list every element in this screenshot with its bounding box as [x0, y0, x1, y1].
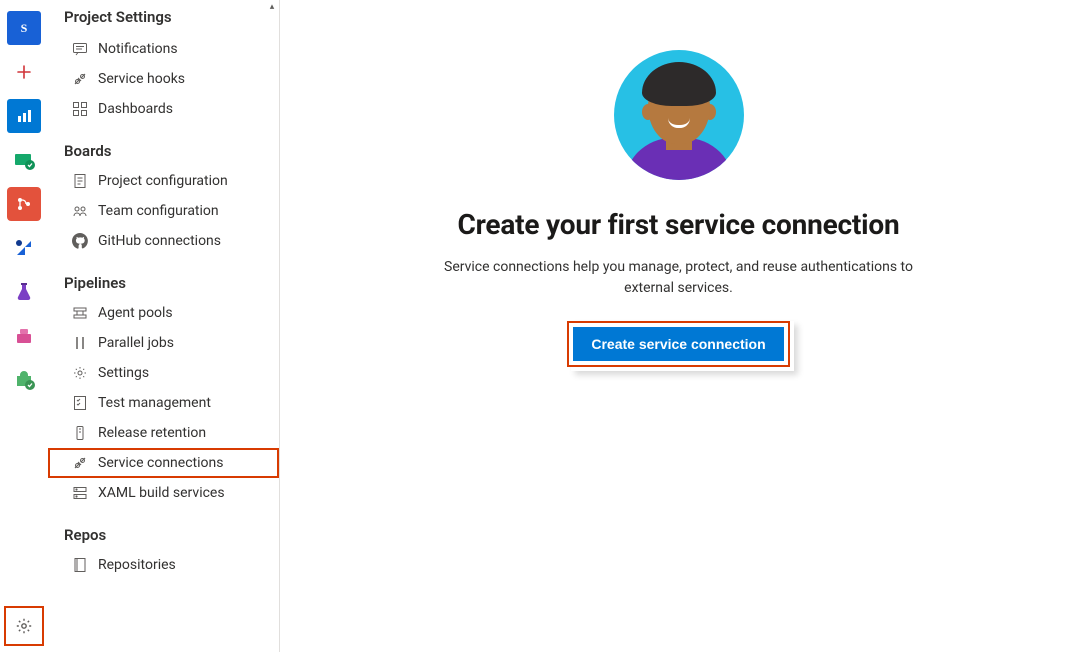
plug-icon [72, 71, 88, 87]
nav-agent-pools[interactable]: Agent pools [48, 298, 279, 328]
rail-repos-icon[interactable] [7, 187, 41, 221]
page-headline: Create your first service connection [457, 208, 899, 241]
page-subtext: Service connections help you manage, pro… [419, 257, 939, 299]
gear-icon [72, 365, 88, 381]
create-service-connection-button[interactable]: Create service connection [573, 327, 783, 361]
nav-dashboards[interactable]: Dashboards [48, 94, 279, 124]
repo-icon [72, 557, 88, 573]
nav-label: Settings [98, 365, 149, 381]
nav-label: Test management [98, 395, 211, 411]
rail-extensions-icon[interactable] [7, 363, 41, 397]
retention-icon [72, 425, 88, 441]
rail-test-icon[interactable] [7, 275, 41, 309]
github-icon [72, 233, 88, 249]
settings-sidebar: ▴ Project Settings Notifications Service… [48, 0, 280, 652]
nav-service-connections[interactable]: Service connections [48, 448, 279, 478]
nav-github-connections[interactable]: GitHub connections [48, 226, 279, 256]
group-header-pipelines: Pipelines [48, 256, 279, 298]
nav-test-management[interactable]: Test management [48, 388, 279, 418]
nav-team-configuration[interactable]: Team configuration [48, 196, 279, 226]
cta-highlight-box: Create service connection [567, 321, 789, 367]
nav-project-configuration[interactable]: Project configuration [48, 166, 279, 196]
nav-parallel-jobs[interactable]: Parallel jobs [48, 328, 279, 358]
nav-label: Project configuration [98, 173, 228, 189]
svg-text:S: S [21, 21, 28, 35]
parallel-icon [72, 335, 88, 351]
gear-icon [15, 617, 33, 635]
nav-release-retention[interactable]: Release retention [48, 418, 279, 448]
team-icon [72, 203, 88, 219]
nav-label: Parallel jobs [98, 335, 174, 351]
chat-icon [72, 41, 88, 57]
nav-service-hooks[interactable]: Service hooks [48, 64, 279, 94]
plug-icon [72, 455, 88, 471]
dashboard-icon [72, 101, 88, 117]
server-icon [72, 485, 88, 501]
doc-icon [72, 173, 88, 189]
pool-icon [72, 305, 88, 321]
nav-label: Agent pools [98, 305, 173, 321]
nav-notifications[interactable]: Notifications [48, 34, 279, 64]
nav-label: Team configuration [98, 203, 219, 219]
nav-pipeline-settings[interactable]: Settings [48, 358, 279, 388]
avatar-illustration [614, 50, 744, 180]
nav-label: Service hooks [98, 71, 185, 87]
checklist-icon [72, 395, 88, 411]
main-content: Create your first service connection Ser… [280, 0, 1077, 652]
nav-label: Release retention [98, 425, 206, 441]
nav-label: XAML build services [98, 485, 225, 501]
sidebar-title: Project Settings [48, 0, 279, 34]
nav-label: Dashboards [98, 101, 173, 117]
group-header-boards: Boards [48, 124, 279, 166]
rail-artifacts-icon[interactable] [7, 319, 41, 353]
nav-repositories[interactable]: Repositories [48, 550, 279, 580]
scroll-up-icon: ▴ [267, 2, 277, 12]
nav-xaml-build-services[interactable]: XAML build services [48, 478, 279, 508]
group-header-repos: Repos [48, 508, 279, 550]
nav-label: Service connections [98, 455, 223, 471]
rail-boards-icon[interactable] [7, 99, 41, 133]
rail-pipelines-icon[interactable] [7, 231, 41, 265]
left-rail: S [0, 0, 48, 652]
rail-project-icon[interactable]: S [7, 11, 41, 45]
nav-label: Repositories [98, 557, 176, 573]
rail-work-icon[interactable] [7, 143, 41, 177]
rail-add-icon[interactable] [7, 55, 41, 89]
rail-settings-button[interactable] [4, 606, 44, 646]
nav-label: Notifications [98, 41, 178, 57]
nav-label: GitHub connections [98, 233, 221, 249]
